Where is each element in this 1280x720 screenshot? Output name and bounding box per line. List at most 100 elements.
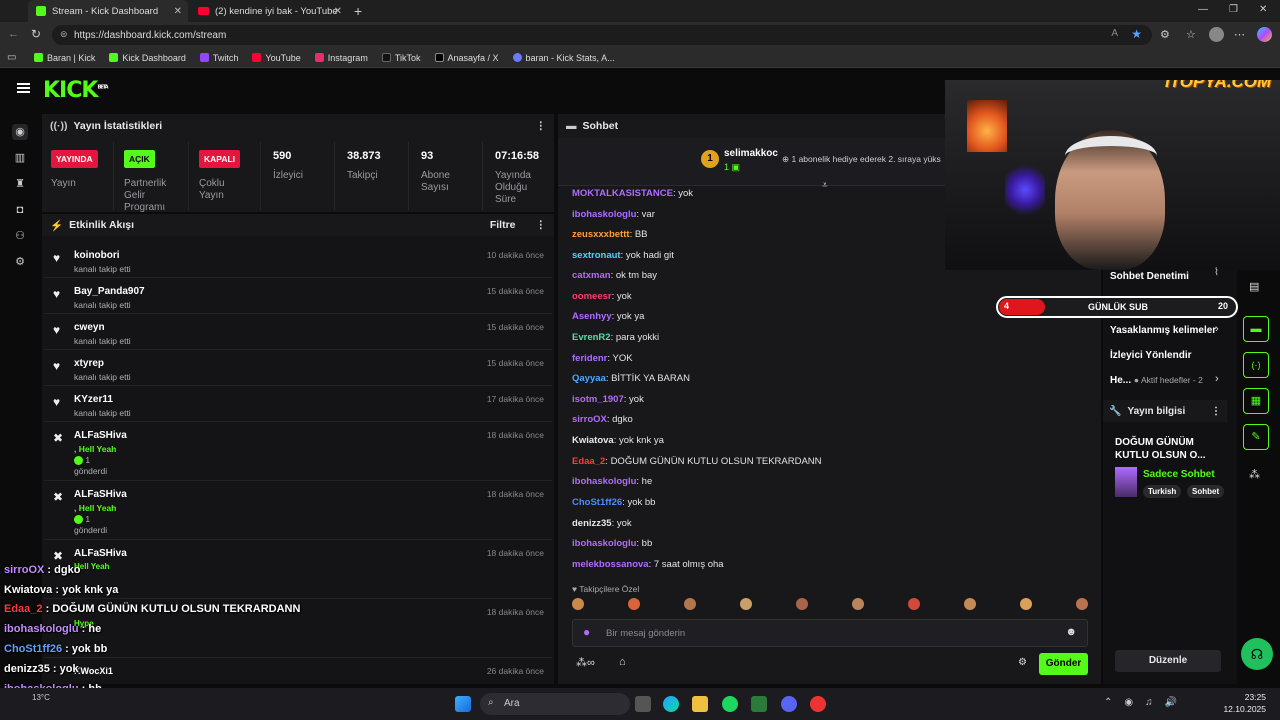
viewer-redirect-link[interactable]: İzleyici Yönlendir (1110, 350, 1192, 361)
list-item[interactable]: ✖ ALFaSHiva , Hell Yeah 1 gönderdi 18 dakika… (44, 422, 552, 481)
support-fab-icon[interactable]: ☊ (1241, 638, 1273, 670)
close-window-button[interactable]: ✕ (1259, 4, 1267, 15)
category-thumbnail[interactable] (1115, 467, 1137, 497)
list-item[interactable]: ✖ ALFaSHiva , Hell Yeah 1 gönderdi 18 dakika… (44, 481, 552, 540)
bookmark-instagram[interactable]: Instagram (314, 53, 368, 63)
chat-username[interactable]: feridenr (572, 353, 607, 364)
back-icon[interactable]: ← (8, 28, 19, 40)
chat-username[interactable]: Edaa_2 (572, 456, 605, 467)
emote-icon[interactable] (796, 598, 808, 610)
tab-kick-dashboard[interactable]: Stream - Kick Dashboard ✕ (28, 0, 188, 22)
chat-username[interactable]: sirroOX (572, 414, 607, 425)
refresh-icon[interactable]: ↻ (31, 27, 41, 41)
store-icon[interactable]: ⌂ (619, 656, 626, 668)
explorer-icon[interactable] (692, 696, 708, 712)
chat-message[interactable]: feridenr: YOK (572, 353, 633, 364)
url-field[interactable]: ⊜ https://dashboard.kick.com/stream A ★ (52, 25, 1152, 45)
apps-icon[interactable]: ⁂ (1249, 468, 1260, 481)
weather-temp[interactable]: 13°C (32, 693, 50, 702)
filter-button[interactable]: Filtre (490, 219, 516, 231)
analytics-icon[interactable]: ▥ (12, 150, 28, 166)
chat-message[interactable]: sextronaut: yok hadi git (572, 250, 674, 261)
edge-icon[interactable] (663, 696, 679, 712)
bookmark-baran-kick[interactable]: Baran | Kick (34, 53, 95, 63)
bookmark-youtube[interactable]: YouTube (252, 53, 301, 63)
chat-message[interactable]: MOKTALKASISTANCE: yok (572, 188, 693, 199)
notes-icon[interactable]: ▤ (1249, 280, 1259, 293)
emote-icon[interactable] (1020, 598, 1032, 610)
camera-icon[interactable]: ◘ (12, 202, 28, 218)
obs-icon[interactable] (810, 696, 826, 712)
list-item[interactable]: ♥ koinobori kanalı takip etti 10 dakika önc… (44, 242, 552, 278)
more-icon[interactable]: ⋯ (1234, 28, 1245, 41)
chat-message[interactable]: Kwiatova: yok knk ya (572, 435, 664, 446)
chat-username[interactable]: ChoSt1ff26 (572, 497, 622, 508)
chat-message[interactable]: ibohaskologlu: bb (572, 538, 652, 549)
read-aloud-icon[interactable]: A (1111, 28, 1118, 39)
kick-logo[interactable]: KICKBETA (43, 78, 109, 103)
chat-toggle-icon[interactable]: ▬ (1243, 316, 1269, 342)
chat-username[interactable]: Kwiatova (572, 435, 614, 446)
tray-icons[interactable]: ⌃◉♫🔊 (1104, 697, 1189, 708)
favorites-icon[interactable]: ☆ (1186, 28, 1196, 41)
bookmark-tiktok[interactable]: TikTok (381, 53, 421, 63)
chat-username[interactable]: ibohaskologlu (572, 209, 636, 220)
chat-username[interactable]: ibohaskologlu (572, 538, 636, 549)
favorite-star-icon[interactable]: ★ (1131, 27, 1142, 41)
clock-time[interactable]: 23:25 (1222, 692, 1266, 702)
sidebar-icon[interactable]: ▭ (7, 52, 16, 63)
chat-username[interactable]: EvrenR2 (572, 332, 611, 343)
chat-message[interactable]: denizz35: yok (572, 518, 632, 529)
tab-youtube[interactable]: (2) kendine iyi bak - YouTube ✕ (190, 0, 348, 22)
close-tab-icon[interactable]: ✕ (334, 6, 342, 17)
emote-icon[interactable] (852, 598, 864, 610)
chat-message[interactable]: ibohaskologlu: he (572, 476, 652, 487)
discord-icon[interactable] (781, 696, 797, 712)
emote-icon[interactable] (740, 598, 752, 610)
extensions-icon[interactable]: ⚙ (1160, 28, 1170, 41)
list-item[interactable]: ♥ Bay_Panda907 kanalı takip etti 15 dakika … (44, 278, 552, 314)
chat-message[interactable]: Qayyaa: BİTTİK YA BARAN (572, 373, 690, 384)
chat-message[interactable]: EvrenR2: para yokki (572, 332, 659, 343)
chat-username[interactable]: ibohaskologlu (572, 476, 636, 487)
maximize-button[interactable]: ❐ (1229, 4, 1238, 15)
emoji-icon[interactable]: ☻ (1065, 626, 1077, 638)
minimize-button[interactable]: — (1198, 4, 1208, 15)
chat-message[interactable]: catxman: ok tm bay (572, 270, 657, 281)
chat-moderation-link[interactable]: Sohbet Denetimi (1110, 271, 1189, 282)
chat-username[interactable]: oomeesr (572, 291, 612, 302)
chat-username[interactable]: catxman (572, 270, 611, 281)
chat-username[interactable]: zeusxxxbettt (572, 229, 630, 240)
collapse-icon[interactable]: ⩡ (822, 180, 828, 191)
chat-username[interactable]: Asenhyy (572, 311, 612, 322)
chat-username[interactable]: MOKTALKASISTANCE (572, 188, 673, 199)
tag-chip[interactable]: Sohbet (1187, 485, 1225, 498)
chat-input[interactable]: ● Bir mesaj gönderin ☻ (572, 619, 1088, 647)
emote-icon[interactable] (964, 598, 976, 610)
goals-link[interactable]: He... ● Aktif hedefler - 2 (1110, 375, 1203, 386)
more-vert-icon[interactable]: ⋮ (536, 219, 547, 231)
chat-message[interactable]: ChoSt1ff26: yok bb (572, 497, 655, 508)
mic-icon[interactable]: ● (583, 625, 590, 639)
emote-icon[interactable] (572, 598, 584, 610)
settings-icon[interactable]: ⚙ (12, 254, 28, 270)
bookmark-kick-stats[interactable]: baran - Kick Stats, A... (512, 53, 615, 63)
nvidia-icon[interactable] (751, 696, 767, 712)
banned-words-link[interactable]: Yasaklanmış kelimeler (1110, 325, 1216, 336)
spotify-icon[interactable] (722, 696, 738, 712)
list-item[interactable]: ♥ xtyrep kanalı takip etti 15 dakika önce (44, 350, 552, 386)
clock-date[interactable]: 12.10.2025 (1212, 704, 1266, 714)
profile-avatar[interactable] (1209, 27, 1224, 42)
trophy-icon[interactable]: ♜ (12, 176, 28, 192)
chat-message[interactable]: Asenhyy: yok ya (572, 311, 644, 322)
more-vert-icon[interactable]: ⋮ (1211, 406, 1221, 417)
taskbar-search[interactable]: ⌕ Ara (480, 693, 630, 715)
send-button[interactable]: Gönder (1039, 653, 1088, 675)
category-link[interactable]: Sadece Sohbet (1143, 469, 1215, 480)
chat-settings-icon[interactable]: ⚙ (1018, 657, 1027, 668)
menu-icon[interactable] (17, 83, 30, 93)
chat-username[interactable]: denizz35 (572, 518, 612, 529)
chat-message[interactable]: melekbossanova: 7 saat olmış oha (572, 559, 724, 570)
emote-icon[interactable] (1076, 598, 1088, 610)
start-icon[interactable] (455, 696, 471, 712)
